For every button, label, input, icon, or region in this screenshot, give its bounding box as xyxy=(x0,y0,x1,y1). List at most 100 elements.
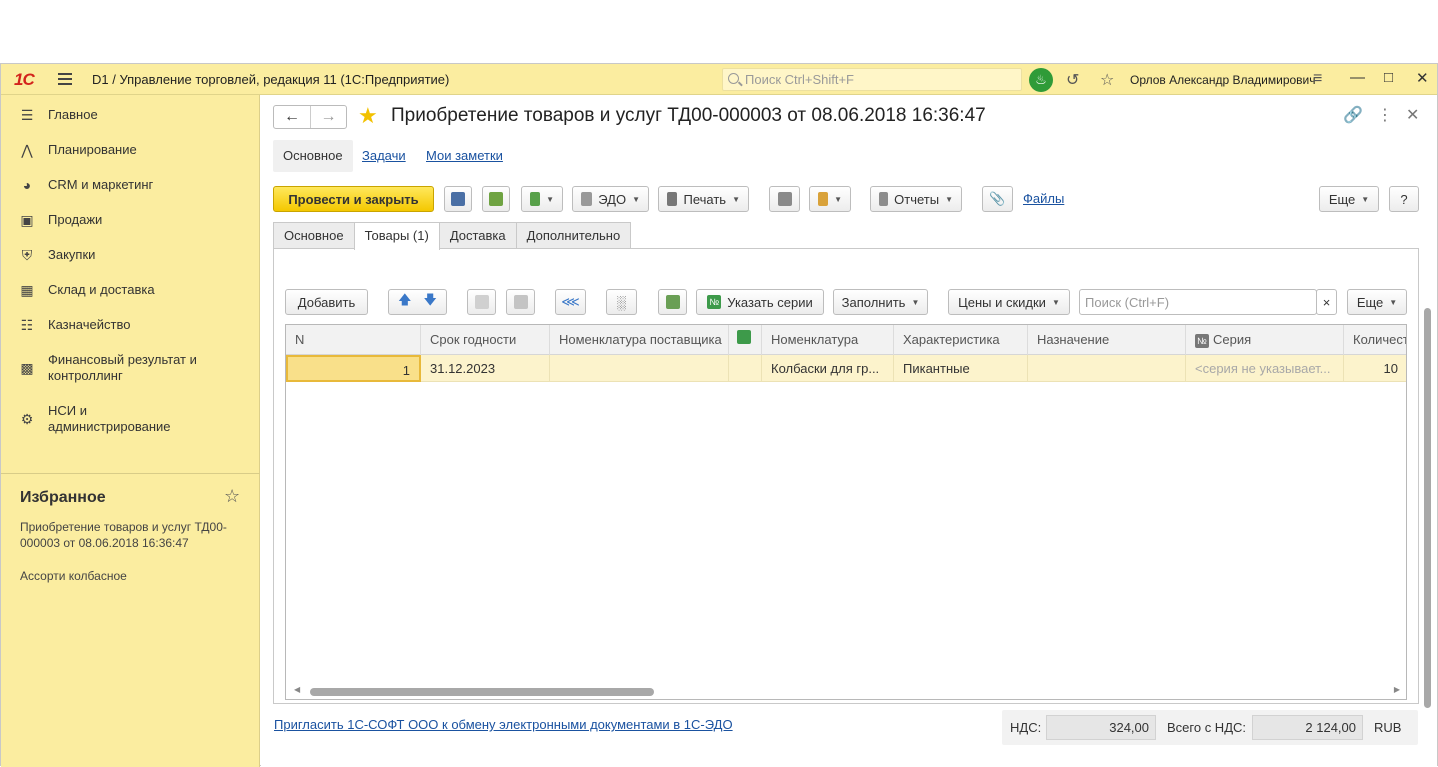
chevron-down-icon: ▼ xyxy=(834,194,842,204)
tab-delivery[interactable]: Доставка xyxy=(438,222,517,249)
global-search-input[interactable]: Поиск Ctrl+Shift+F xyxy=(722,68,1022,91)
chevron-down-icon: ▼ xyxy=(732,194,740,204)
close-form-icon[interactable]: ✕ xyxy=(1406,105,1419,125)
cell-nomenclature[interactable]: Колбаски для гр... xyxy=(762,355,894,382)
main-menu-icon[interactable] xyxy=(58,73,72,85)
split-row-button[interactable]: ⋘ xyxy=(555,289,586,315)
cell-marking[interactable] xyxy=(729,355,762,382)
chevron-down-icon: ▼ xyxy=(1361,194,1370,204)
vertical-scrollbar[interactable] xyxy=(1424,308,1431,708)
table-header: N Срок годности Номенклатура поставщика … xyxy=(286,325,1406,355)
related-documents-button[interactable]: ▼ xyxy=(809,186,851,212)
tab-additional[interactable]: Дополнительно xyxy=(515,222,632,249)
series-icon: № xyxy=(707,295,722,309)
fill-button[interactable]: Заполнить ▼ xyxy=(833,289,928,315)
column-header-marking[interactable] xyxy=(729,325,762,355)
cell-expiry[interactable]: 31.12.2023 xyxy=(421,355,550,382)
planning-icon: ⋀ xyxy=(21,142,33,158)
total-label: Всего с НДС: xyxy=(1167,720,1247,735)
goods-more-button[interactable]: Еще ▼ xyxy=(1347,289,1407,315)
edo-button[interactable]: ЭДО ▼ xyxy=(572,186,649,212)
sidebar-item-label: Продажи xyxy=(48,212,103,227)
favorites-star-icon[interactable]: ☆ xyxy=(1100,70,1114,90)
clear-search-button[interactable]: × xyxy=(1316,289,1337,315)
edo-button-label: ЭДО xyxy=(598,191,627,207)
cell-series[interactable]: <серия не указывает... xyxy=(1186,355,1344,382)
help-button[interactable]: ? xyxy=(1389,186,1419,212)
series-column-icon: № xyxy=(1195,334,1209,348)
copy-rows-button[interactable] xyxy=(467,289,496,315)
edo-invite-link[interactable]: Пригласить 1С-СОФТ ООО к обмену электрон… xyxy=(274,717,733,732)
scrollbar-thumb[interactable] xyxy=(310,688,654,696)
barcode-icon: ░ xyxy=(616,294,627,310)
column-header-nomenclature[interactable]: Номенклатура xyxy=(762,325,894,355)
pie-chart-icon: ◕ xyxy=(22,177,32,193)
section-main[interactable]: Основное xyxy=(273,140,353,172)
cell-characteristic[interactable]: Пикантные xyxy=(894,355,1028,382)
close-window-icon[interactable]: ✕ xyxy=(1416,69,1429,87)
prices-discounts-button[interactable]: Цены и скидки ▼ xyxy=(948,289,1070,315)
more-vertical-icon[interactable]: ⋮ xyxy=(1377,105,1393,125)
favorite-item[interactable]: Приобретение товаров и услуг ТД00-000003… xyxy=(20,519,250,551)
link-icon[interactable]: 🔗 xyxy=(1343,105,1363,125)
goods-table[interactable]: N Срок годности Номенклатура поставщика … xyxy=(285,324,1407,700)
barcode-button[interactable]: ░ xyxy=(606,289,637,315)
add-to-favorites-star-icon[interactable]: ★ xyxy=(358,103,378,129)
add-row-button[interactable]: Добавить xyxy=(285,289,368,315)
create-based-on-button[interactable]: ▼ xyxy=(521,186,563,212)
cell-n[interactable]: 1 xyxy=(286,355,421,382)
table-row[interactable]: 1 31.12.2023 Колбаски для гр... Пикантны… xyxy=(286,355,1406,382)
specify-series-button[interactable]: № Указать серии xyxy=(696,289,824,315)
maximize-icon[interactable]: □ xyxy=(1384,69,1393,86)
column-header-quantity[interactable]: Количест xyxy=(1344,325,1406,355)
column-header-purpose[interactable]: Назначение xyxy=(1028,325,1186,355)
post-document-icon xyxy=(489,192,503,206)
reports-button[interactable]: Отчеты ▼ xyxy=(870,186,962,212)
back-arrow-icon[interactable]: ← xyxy=(274,106,310,128)
document-structure-button[interactable] xyxy=(769,186,800,212)
title-bar: 1С D1 / Управление торговлей, редакция 1… xyxy=(1,64,1437,95)
column-header-series[interactable]: № Серия xyxy=(1186,325,1344,355)
tab-goods[interactable]: Товары (1) xyxy=(353,222,440,250)
cell-quantity[interactable]: 10 xyxy=(1344,355,1406,382)
column-header-supplier-nomenclature[interactable]: Номенклатура поставщика xyxy=(550,325,729,355)
section-notes-link[interactable]: Мои заметки xyxy=(426,148,503,163)
select-goods-button[interactable] xyxy=(658,289,687,315)
column-header-expiry[interactable]: Срок годности xyxy=(421,325,550,355)
paste-rows-button[interactable] xyxy=(506,289,535,315)
settings-menu-icon[interactable]: ≡ xyxy=(1313,70,1322,88)
goods-search-placeholder: Поиск (Ctrl+F) xyxy=(1085,294,1170,310)
floppy-icon xyxy=(451,192,465,206)
section-tasks-link[interactable]: Задачи xyxy=(362,148,406,163)
more-button[interactable]: Еще ▼ xyxy=(1319,186,1379,212)
favorite-item[interactable]: Ассорти колбасное xyxy=(20,568,250,584)
files-link[interactable]: Файлы xyxy=(1023,191,1064,206)
post-button[interactable] xyxy=(482,186,510,212)
scroll-left-icon[interactable]: ◀ xyxy=(294,685,300,694)
gear-icon: ⚙ xyxy=(20,411,34,427)
cell-purpose[interactable] xyxy=(1028,355,1186,382)
goods-search-input[interactable]: Поиск (Ctrl+F) xyxy=(1079,289,1317,315)
app-title: D1 / Управление торговлей, редакция 11 (… xyxy=(92,72,450,87)
column-header-n[interactable]: N xyxy=(286,325,421,355)
scroll-right-icon[interactable]: ▶ xyxy=(1394,685,1400,694)
favorites-star-icon[interactable]: ☆ xyxy=(224,486,240,507)
move-up-icon[interactable]: 🡅 xyxy=(398,291,411,313)
horizontal-scrollbar[interactable]: ◀ ▶ xyxy=(294,685,1400,696)
app-window: 1С D1 / Управление торговлей, редакция 1… xyxy=(0,63,1438,767)
notifications-bell-icon[interactable]: ♨ xyxy=(1029,68,1053,92)
save-button[interactable] xyxy=(444,186,472,212)
post-and-close-button[interactable]: Провести и закрыть xyxy=(273,186,434,212)
move-down-icon[interactable]: 🡇 xyxy=(424,291,437,313)
minimize-icon[interactable]: — xyxy=(1350,69,1365,86)
related-docs-icon xyxy=(818,192,829,206)
forward-arrow-icon[interactable]: → xyxy=(309,106,346,128)
user-name[interactable]: Орлов Александр Владимирович xyxy=(1130,73,1316,87)
chevron-down-icon: ▼ xyxy=(945,194,953,204)
print-button[interactable]: Печать ▼ xyxy=(658,186,749,212)
cell-supplier-nomenclature[interactable] xyxy=(550,355,729,382)
tab-main[interactable]: Основное xyxy=(273,222,355,249)
column-header-characteristic[interactable]: Характеристика xyxy=(894,325,1028,355)
attach-file-button[interactable]: 📎 xyxy=(982,186,1013,212)
history-icon[interactable]: ↺ xyxy=(1066,70,1079,90)
